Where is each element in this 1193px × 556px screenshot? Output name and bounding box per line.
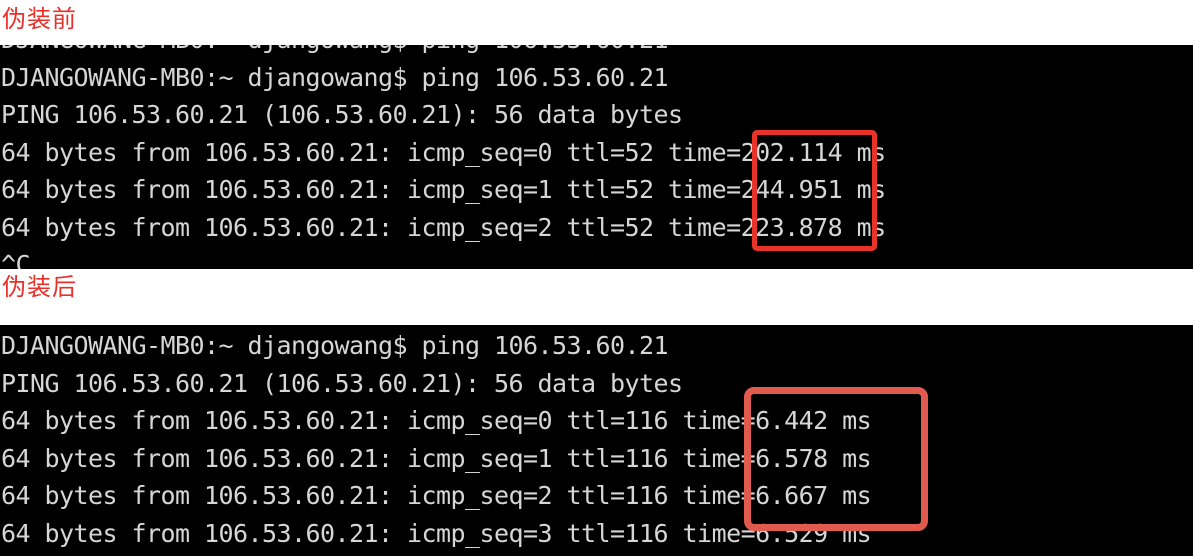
terminal-window-after[interactable]: DJANGOWANG-MB0:~ djangowang$ ping 106.53… — [0, 325, 1193, 556]
caption-before-spoofing: 伪装前 — [2, 5, 77, 33]
terminal-window-before[interactable]: DJANGOWANG-MB0:~ djangowang$ ping 106.53… — [0, 45, 1193, 269]
terminal-line: PING 106.53.60.21 (106.53.60.21): 56 dat… — [1, 100, 683, 129]
terminal-line: DJANGOWANG-MB0:~ djangowang$ ping 106.53… — [1, 331, 669, 360]
terminal-line: 64 bytes from 106.53.60.21: icmp_seq=1 t… — [1, 175, 886, 204]
terminal-line: DJANGOWANG-MB0:~ djangowang$ ping 106.53… — [1, 62, 669, 92]
terminal-line: DJANGOWANG-MB0:~ djangowang$ ping 106.53… — [1, 45, 1193, 59]
caption-after-spoofing: 伪装后 — [2, 273, 77, 301]
terminal-output-before: DJANGOWANG-MB0:~ djangowang$ ping 106.53… — [0, 45, 1193, 269]
terminal-line: 64 bytes from 106.53.60.21: icmp_seq=0 t… — [1, 406, 872, 435]
terminal-line: ^C — [1, 250, 31, 269]
terminal-line: PING 106.53.60.21 (106.53.60.21): 56 dat… — [1, 368, 683, 398]
terminal-line: ^C — [1, 552, 1193, 556]
terminal-line: 64 bytes from 106.53.60.21: icmp_seq=0 t… — [1, 137, 886, 167]
terminal-line: 64 bytes from 106.53.60.21: icmp_seq=2 t… — [1, 481, 872, 510]
terminal-line: 64 bytes from 106.53.60.21: icmp_seq=1 t… — [1, 443, 872, 473]
terminal-line: 64 bytes from 106.53.60.21: icmp_seq=2 t… — [1, 212, 886, 242]
terminal-line: 64 bytes from 106.53.60.21: icmp_seq=3 t… — [1, 518, 872, 548]
terminal-output-after: DJANGOWANG-MB0:~ djangowang$ ping 106.53… — [0, 327, 1193, 556]
page-root: 伪装前 DJANGOWANG-MB0:~ djangowang$ ping 10… — [0, 0, 1193, 556]
